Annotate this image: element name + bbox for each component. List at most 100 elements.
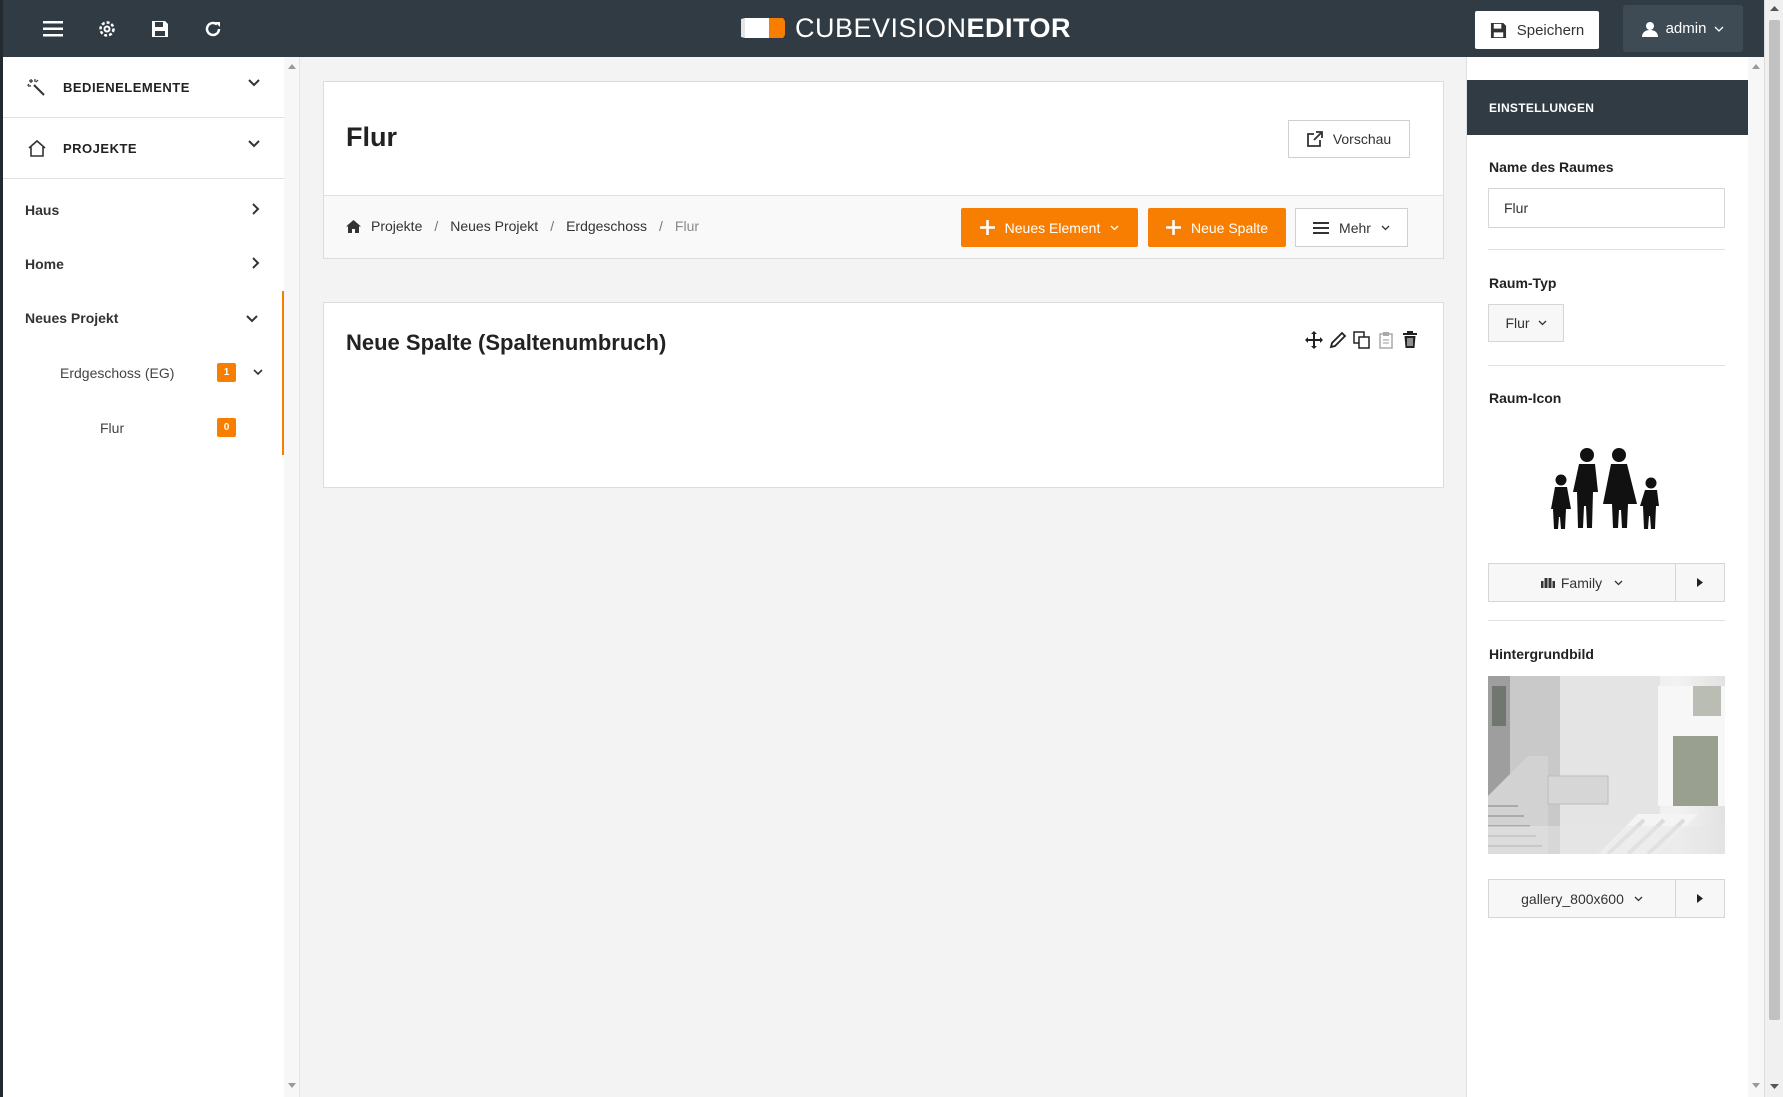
breadcrumb-separator: / — [659, 218, 663, 234]
preview-button-label: Vorschau — [1332, 131, 1392, 147]
cube-logo-icon — [741, 18, 785, 38]
logo: CUBEVISIONEDITOR — [739, 12, 1071, 44]
magic-wand-icon — [27, 79, 45, 96]
paste-icon[interactable] — [1377, 331, 1395, 349]
room-icon-label: Raum-Icon — [1489, 390, 1562, 406]
more-button[interactable]: Mehr — [1295, 208, 1408, 247]
floppy-icon — [1490, 22, 1506, 38]
user-icon — [1641, 21, 1658, 37]
chevron-down-icon — [1538, 320, 1547, 326]
sidebar-item-label: Flur — [100, 419, 125, 436]
room-icon-dropdown[interactable]: Family — [1489, 564, 1676, 601]
room-name-label: Name des Raumes — [1489, 159, 1614, 175]
column-title: Neue Spalte (Spaltenumbruch) — [346, 330, 667, 355]
chevron-down-icon — [248, 79, 260, 87]
new-column-button[interactable]: Neue Spalte — [1148, 208, 1286, 247]
menu-icon[interactable] — [38, 14, 68, 44]
background-label: Hintergrundbild — [1489, 646, 1594, 662]
caret-right-icon — [1697, 894, 1703, 903]
chevron-down-icon — [1110, 225, 1119, 230]
sidebar-item-haus[interactable]: Haus — [3, 183, 284, 237]
breadcrumb-separator: / — [550, 218, 555, 234]
count-badge: 1 — [217, 363, 236, 382]
sidebar-item-flur[interactable]: Flur 0 — [3, 400, 284, 455]
divider — [1488, 365, 1725, 366]
new-element-label: Neues Element — [1004, 219, 1101, 236]
user-menu-button[interactable]: admin — [1623, 5, 1743, 52]
chevron-down-icon — [1381, 225, 1390, 230]
breadcrumb-link[interactable]: Projekte — [371, 218, 422, 234]
scroll-up-icon — [1770, 6, 1779, 11]
breadcrumb-link[interactable]: Neues Projekt — [450, 218, 538, 234]
more-button-label: Mehr — [1339, 219, 1371, 236]
gear-icon[interactable] — [92, 14, 122, 44]
trash-icon[interactable] — [1401, 331, 1419, 349]
scroll-down-icon — [288, 1083, 296, 1088]
sidebar-section-projects[interactable]: PROJEKTE — [3, 118, 284, 179]
settings-scrollbar[interactable] — [1748, 57, 1764, 1097]
column-toolbar — [1305, 331, 1419, 349]
sidebar-section-controls[interactable]: BEDIENELEMENTE — [3, 57, 284, 118]
settings-header: EINSTELLUNGEN — [1467, 80, 1748, 135]
column-card: Neue Spalte (Spaltenumbruch) — [323, 302, 1444, 488]
page-scrollbar[interactable] — [1764, 0, 1783, 1097]
breadcrumb: Projekte / Neues Projekt / Erdgeschoss /… — [346, 218, 699, 234]
sidebar-section-label: PROJEKTE — [63, 140, 138, 156]
user-name: admin — [1665, 20, 1707, 37]
page-title: Flur — [346, 122, 397, 152]
move-icon[interactable] — [1305, 331, 1323, 349]
family-icon — [1551, 448, 1659, 529]
sidebar-item-label: Home — [25, 256, 64, 272]
breadcrumb-current: Flur — [674, 218, 700, 234]
family-icon — [1540, 578, 1555, 588]
new-element-button[interactable]: Neues Element — [961, 208, 1138, 247]
scroll-up-icon — [1752, 64, 1760, 69]
list-icon — [1313, 221, 1330, 234]
chevron-down-icon — [248, 140, 260, 148]
home-icon — [28, 139, 46, 157]
sidebar-item-home[interactable]: Home — [3, 237, 284, 291]
scroll-down-icon — [1752, 1083, 1760, 1088]
chevron-down-icon — [246, 315, 258, 323]
refresh-icon[interactable] — [198, 14, 228, 44]
room-type-label: Raum-Typ — [1489, 275, 1557, 291]
caret-right-icon — [1697, 578, 1703, 587]
breadcrumb-link[interactable]: Erdgeschoss — [566, 218, 647, 234]
sidebar-item-neues-projekt[interactable]: Neues Projekt — [3, 291, 284, 345]
edit-pencil-icon[interactable] — [1329, 331, 1347, 349]
room-icon-select: Family — [1488, 563, 1725, 602]
sidebar: BEDIENELEMENTE PROJEKTE Haus Home Neues … — [0, 57, 284, 1097]
background-value: gallery_800x600 — [1521, 890, 1624, 907]
count-badge: 0 — [217, 418, 236, 437]
save-button[interactable]: Speichern — [1475, 11, 1599, 49]
chevron-down-icon — [1634, 896, 1643, 901]
background-image-preview[interactable] — [1488, 676, 1725, 854]
scroll-down-icon — [1770, 1084, 1779, 1089]
background-dropdown[interactable]: gallery_800x600 — [1489, 880, 1676, 917]
chevron-down-icon — [1614, 580, 1623, 585]
new-column-label: Neue Spalte — [1190, 219, 1269, 236]
sidebar-scrollbar[interactable] — [284, 57, 300, 1097]
home-icon[interactable] — [346, 219, 361, 233]
sidebar-item-erdgeschoss[interactable]: Erdgeschoss (EG) 1 — [3, 345, 284, 400]
divider — [1488, 249, 1725, 250]
settings-panel: EINSTELLUNGEN Name des Raumes Raum-Typ F… — [1466, 57, 1748, 1097]
page-header-card: Flur Vorschau Projekte / Neues Projekt /… — [323, 81, 1444, 259]
chevron-down-icon — [253, 369, 263, 376]
preview-button[interactable]: Vorschau — [1288, 120, 1410, 158]
save-icon[interactable] — [145, 14, 175, 44]
room-name-input[interactable] — [1488, 188, 1725, 228]
scrollbar-thumb[interactable] — [1769, 20, 1780, 1020]
sidebar-item-label: Neues Projekt — [25, 310, 119, 326]
room-type-select[interactable]: Flur — [1488, 304, 1564, 342]
background-next-button[interactable] — [1676, 880, 1724, 917]
plus-icon — [979, 220, 995, 235]
plus-icon — [1165, 220, 1181, 235]
room-icon-next-button[interactable] — [1676, 564, 1724, 601]
logo-text: CUBEVISIONEDITOR — [795, 12, 1072, 43]
save-button-label: Speichern — [1516, 21, 1585, 39]
copy-icon[interactable] — [1353, 331, 1371, 349]
room-type-value: Flur — [1505, 315, 1530, 331]
scroll-up-icon — [288, 64, 296, 69]
chevron-right-icon — [252, 257, 260, 269]
